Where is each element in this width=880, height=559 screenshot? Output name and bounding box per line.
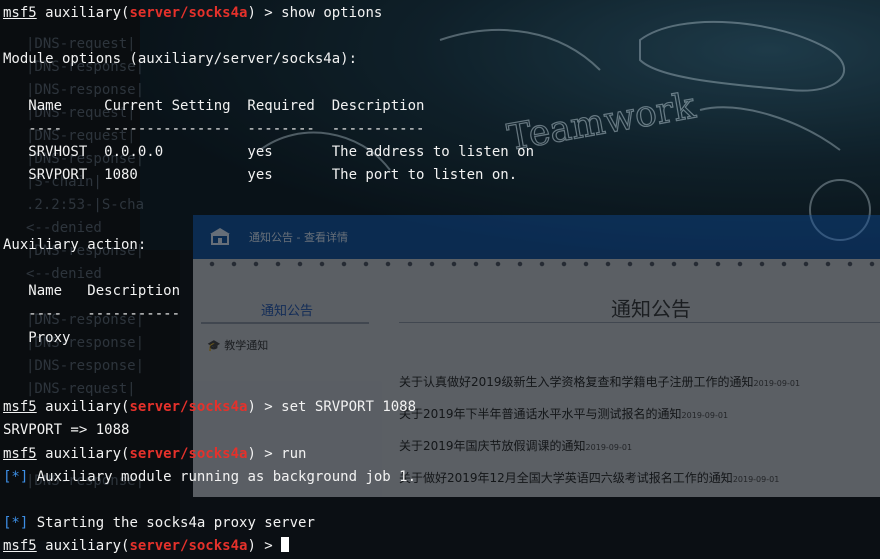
status-line: [*] Auxiliary module running as backgrou… xyxy=(3,466,534,489)
command-text: run xyxy=(281,445,307,462)
terminal-output[interactable]: msf5 auxiliary(server/socks4a) > show op… xyxy=(3,2,534,559)
prompt-module: server/socks4a xyxy=(129,399,248,416)
prompt-line: msf5 auxiliary(server/socks4a) > set SRV… xyxy=(3,396,534,419)
srvport-result: SRVPORT => 1088 xyxy=(3,422,130,439)
prompt-line: msf5 auxiliary(server/socks4a) > run xyxy=(3,443,534,466)
text-cursor xyxy=(281,537,290,553)
action-row: Proxy xyxy=(3,329,71,346)
prompt-text: ) > xyxy=(247,5,282,21)
page-title: 通知公告 xyxy=(611,297,691,321)
prompt-text: auxiliary( xyxy=(36,5,130,21)
module-options-header: Module options (auxiliary/server/socks4a… xyxy=(3,51,358,68)
status-text: Auxiliary module running as background j… xyxy=(28,468,417,485)
prompt-prefix: msf5 xyxy=(3,445,37,462)
prompt-text: auxiliary( xyxy=(36,399,130,416)
prompt-prefix: msf5 xyxy=(3,399,37,416)
prompt-module: server/socks4a xyxy=(129,5,248,21)
action-header: Auxiliary action: xyxy=(3,236,147,253)
options-columns: Name Current Setting Required Descriptio… xyxy=(3,97,425,114)
prompt-text: auxiliary( xyxy=(36,445,130,462)
prompt-line: msf5 auxiliary(server/socks4a) > xyxy=(3,535,534,558)
command-text: set SRVPORT 1088 xyxy=(281,399,417,416)
status-line: [*] Starting the socks4a proxy server xyxy=(3,512,534,535)
command-text: show options xyxy=(281,5,383,21)
prompt-text: ) > xyxy=(247,445,282,462)
options-row: SRVHOST 0.0.0.0 yes The address to liste… xyxy=(3,144,535,161)
prompt-text: ) > xyxy=(247,399,282,416)
status-text: Starting the socks4a proxy server xyxy=(28,515,315,532)
prompt-module: server/socks4a xyxy=(129,445,248,462)
action-underline: ---- ----------- xyxy=(3,306,181,323)
status-marker: [*] xyxy=(3,515,29,532)
prompt-prefix: msf5 xyxy=(3,5,37,21)
options-underline: ---- --------------- -------- ----------… xyxy=(3,120,425,137)
action-columns: Name Description xyxy=(3,283,181,300)
prompt-line: msf5 auxiliary(server/socks4a) > show op… xyxy=(3,2,534,25)
status-marker: [*] xyxy=(3,468,29,485)
options-row: SRVPORT 1080 yes The port to listen on. xyxy=(3,167,518,184)
